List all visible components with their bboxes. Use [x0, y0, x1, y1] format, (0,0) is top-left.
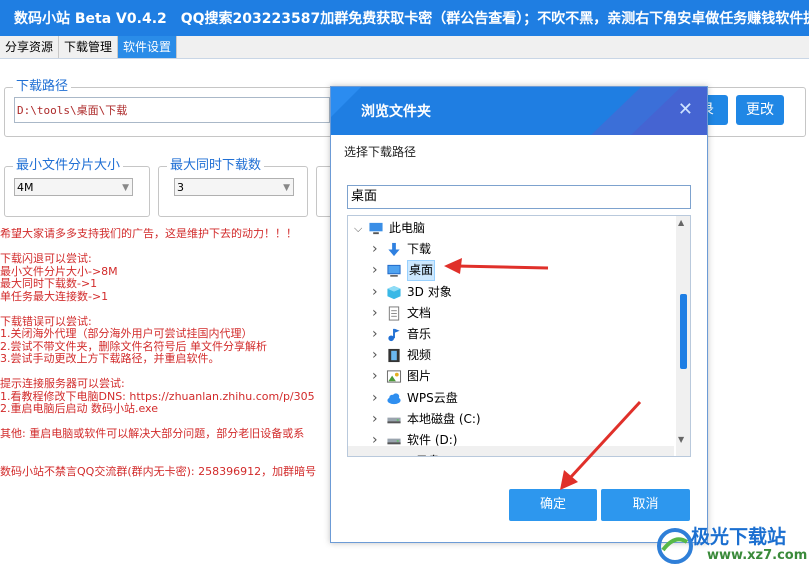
tree-item-label: 音乐 [407, 327, 432, 341]
desktop-icon [386, 263, 402, 278]
tab-share-resources[interactable]: 分享资源 [0, 36, 60, 58]
tree-item[interactable]: › 下载 [348, 239, 674, 260]
scroll-up-icon[interactable]: ▲ [678, 218, 684, 227]
tree-item-label: 3D 对象 [407, 284, 452, 299]
tree-item[interactable]: › 本地磁盘 (C:) [348, 409, 674, 430]
folder-path-input[interactable]: 桌面 [347, 185, 691, 209]
app-title: 数码小站 Beta V0.4.2 [14, 11, 167, 27]
title-bar: 数码小站 Beta V0.4.2 QQ搜索203223587加群免费获取卡密（群… [0, 0, 809, 36]
cancel-button[interactable]: 取消 [601, 489, 690, 521]
chevron-down-icon[interactable]: ⌵ [354, 218, 362, 239]
watermark: 极光下载站 www.xz7.com [655, 520, 808, 572]
drive-icon [386, 433, 402, 448]
log-line: 提示连接服务器可以尝试: [0, 377, 125, 390]
log-line: 1.关闭海外代理（部分海外用户可尝试挂国内代理） [0, 327, 253, 340]
log-line: 单任务最大连接数->1 [0, 289, 109, 303]
chevron-right-icon[interactable]: › [372, 324, 378, 345]
tree-item-label: 本地磁盘 (C:) [407, 411, 481, 426]
folder-tree[interactable]: ▲ ▼ ⌵ 此电脑 › 下载 › 桌面 › 3D 对象 › 文档 › 音乐 › 视频 › 图片 › WPS云盘 › 本… [347, 215, 691, 457]
dialog-title: 浏览文件夹 [361, 104, 431, 120]
tree-item[interactable]: › 桌面 [348, 260, 674, 282]
tree-item[interactable]: › 软件 (D:) [348, 430, 674, 451]
document-icon [386, 306, 402, 321]
music-note-icon [386, 327, 402, 342]
max-downloads-value: 3 [177, 181, 184, 194]
tree-vertical-scrollbar[interactable]: ▲ ▼ [676, 216, 690, 456]
log-text: 希望大家请多多支持我们的广告，这是维护下去的动力！！！ 下载闪退可以尝试: 最小文… [0, 228, 330, 478]
tab-software-settings[interactable]: 软件设置 [118, 36, 178, 58]
max-downloads-select[interactable]: 3 ▼ [174, 178, 294, 196]
chevron-right-icon[interactable]: › [372, 239, 378, 260]
log-line: 下载闪退可以尝试: [0, 252, 92, 265]
min-chunk-label: 最小文件分片大小 [13, 158, 124, 174]
chevron-right-icon[interactable]: › [372, 388, 378, 409]
watermark-name: 极光下载站 [691, 526, 787, 548]
min-chunk-select[interactable]: 4M ▼ [14, 178, 133, 196]
cube-icon [386, 285, 402, 300]
chevron-down-icon: ▼ [283, 183, 290, 193]
chevron-right-icon[interactable]: › [372, 260, 378, 281]
max-downloads-label: 最大同时下载数 [167, 158, 265, 174]
cloud-icon [386, 391, 402, 406]
cloud-icon [368, 454, 384, 456]
browse-folder-dialog: 浏览文件夹 ✕ 选择下载路径 桌面 ▲ ▼ ⌵ 此电脑 › 下载 › 桌面 › 3D 对象 › 文… [330, 86, 708, 543]
download-path-input[interactable]: D:\tools\桌面\下载 [14, 97, 330, 123]
log-line: 数码小站不禁言QQ交流群(群内无卡密): 258396912，加群暗号 [0, 464, 317, 478]
tree-item-label: 下载 [407, 242, 432, 257]
chevron-right-icon[interactable]: › [372, 409, 378, 430]
min-chunk-value: 4M [17, 181, 34, 194]
log-line: 其他: 重启电脑或软件可以解决大部分问题，部分老旧设备或系 [0, 427, 305, 440]
tree-item[interactable]: ⌵ 此电脑 [348, 218, 674, 239]
tree-item[interactable]: › 视频 [348, 345, 674, 366]
watermark-url: www.xz7.com [707, 548, 808, 563]
tree-item[interactable]: › 图片 [348, 366, 674, 387]
tree-item-label: 此电脑 [389, 221, 426, 235]
log-line: 希望大家请多多支持我们的广告，这是维护下去的动力！！！ [0, 228, 297, 240]
chevron-right-icon[interactable]: › [372, 282, 378, 303]
close-icon[interactable]: ✕ [678, 99, 693, 120]
tab-download-manager[interactable]: 下载管理 [59, 36, 119, 58]
tree-item[interactable]: › WPS云盘 [348, 388, 674, 409]
tree-item-label: WPS云盘 [407, 390, 458, 405]
tree-item[interactable]: › WPS云盘 [348, 451, 674, 456]
chevron-right-icon[interactable]: › [372, 345, 378, 366]
tree-item-label: 文档 [407, 305, 432, 320]
chevron-right-icon[interactable]: › [372, 430, 378, 451]
picture-icon [386, 369, 402, 384]
tree-item-label: 视频 [407, 348, 432, 363]
tree-item-label: 桌面 [407, 260, 436, 282]
chevron-down-icon: ▼ [122, 183, 129, 193]
scroll-down-icon[interactable]: ▼ [678, 435, 684, 444]
drive-icon [386, 412, 402, 427]
watermark-logo-icon [657, 528, 693, 564]
chevron-right-icon[interactable]: › [354, 451, 360, 456]
log-line: 2.重启电脑后启动 数码小站.exe [0, 402, 159, 415]
chevron-right-icon[interactable]: › [372, 366, 378, 387]
film-icon [386, 348, 402, 363]
dialog-header: 浏览文件夹 ✕ [331, 87, 707, 135]
tree-item[interactable]: › 文档 [348, 303, 674, 324]
tree-item[interactable]: › 3D 对象 [348, 282, 674, 303]
change-button[interactable]: 更改 [736, 95, 784, 125]
download-path-label: 下载路径 [13, 79, 72, 95]
scrollbar-thumb[interactable] [680, 294, 687, 369]
tree-item-label: WPS云盘 [389, 451, 440, 456]
tree-item-label: 软件 (D:) [407, 433, 458, 447]
tree-item-label: 图片 [407, 369, 432, 384]
download-arrow-icon [386, 242, 402, 257]
ok-button[interactable]: 确定 [509, 489, 597, 521]
log-line: 3.尝试手动更改上方下载路径，并重启软件。 [0, 352, 220, 365]
notice-text: QQ搜索203223587加群免费获取卡密（群公告查看）；不吹不黑，亲测右下角安… [180, 11, 809, 27]
dialog-prompt: 选择下载路径 [344, 145, 417, 159]
log-line: 最大同时下载数->1 [0, 277, 98, 290]
chevron-right-icon[interactable]: › [372, 303, 378, 324]
tab-bar: 分享资源 下载管理 软件设置 [0, 36, 809, 59]
tree-item[interactable]: › 音乐 [348, 324, 674, 345]
computer-icon [368, 221, 384, 236]
